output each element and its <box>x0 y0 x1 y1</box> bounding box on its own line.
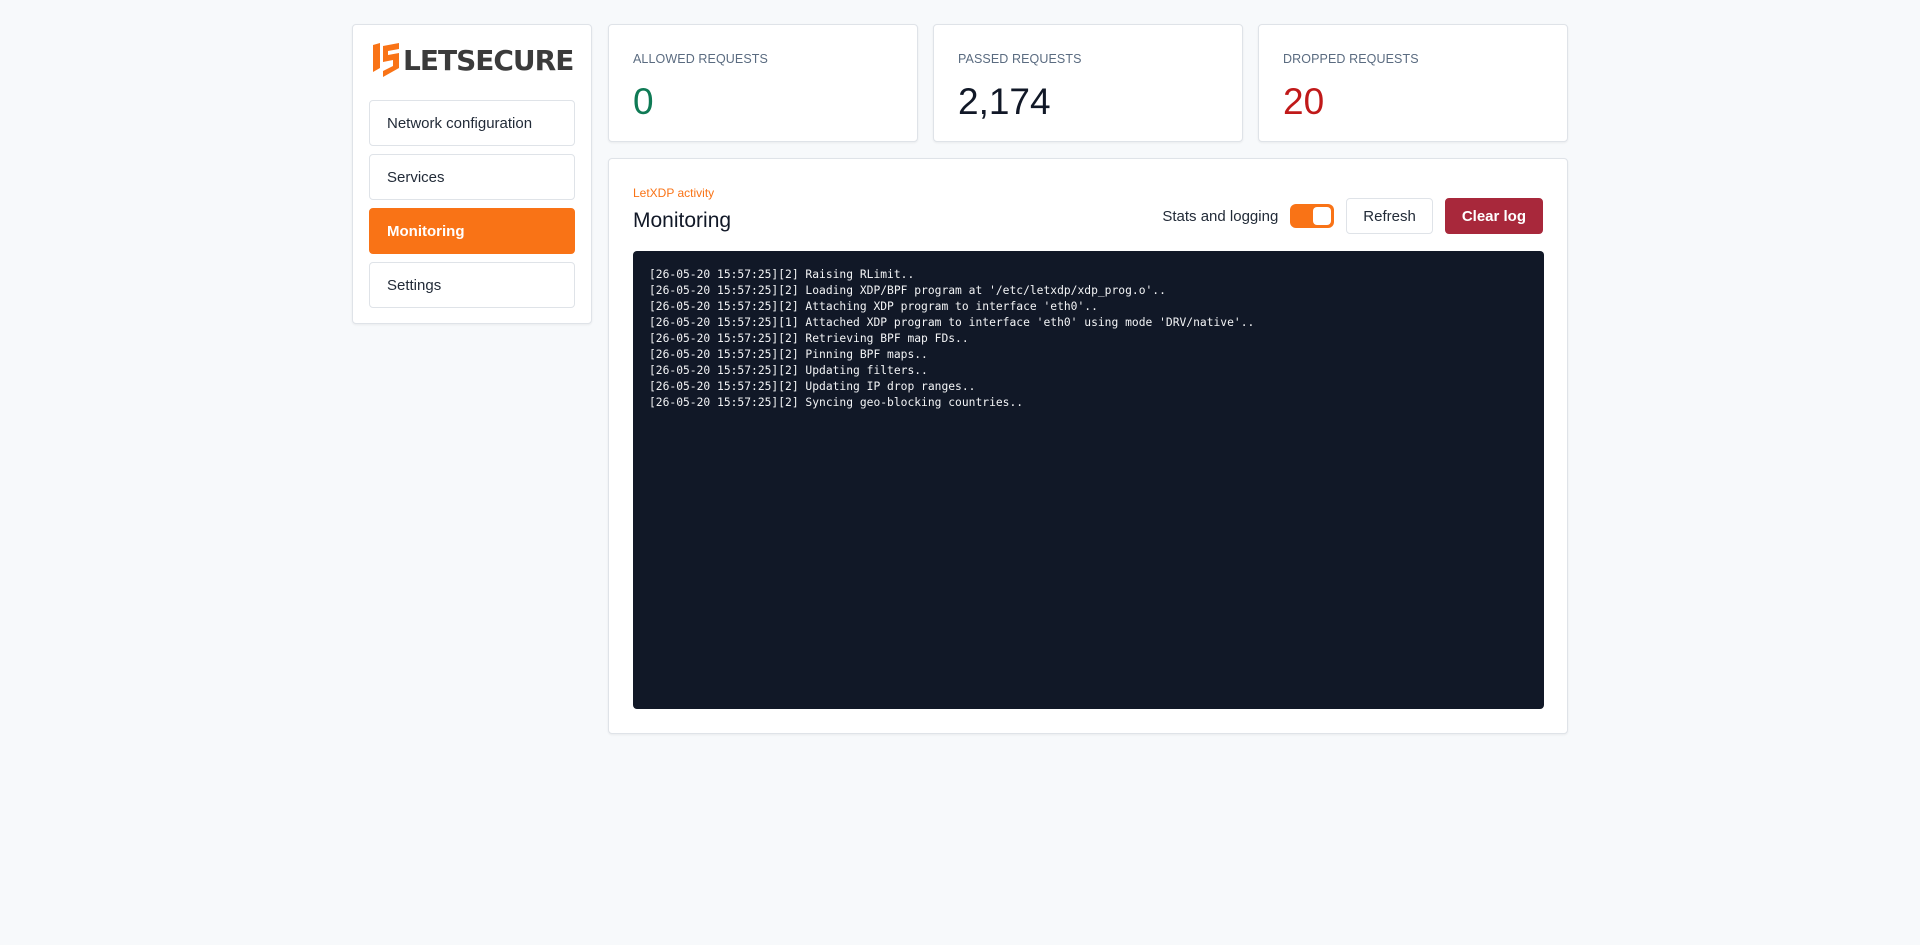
clear-log-button[interactable]: Clear log <box>1444 198 1543 234</box>
page-title: Monitoring <box>633 209 732 232</box>
allowed-requests-card: ALLOWED REQUESTS 0 <box>608 24 918 142</box>
log-console[interactable]: [26-05-20 15:57:25][2] Raising RLimit.. … <box>633 251 1544 709</box>
log-line: [26-05-20 15:57:25][2] Pinning BPF maps.… <box>649 348 928 361</box>
log-line: [26-05-20 15:57:25][2] Updating filters.… <box>649 364 928 377</box>
letsecure-logo[interactable]: LETSECURE <box>371 41 574 79</box>
passed-requests-value: 2,174 <box>958 81 1051 122</box>
stats-logging-label: Stats and logging <box>1162 207 1279 225</box>
sidebar-item-label: Settings <box>387 276 442 294</box>
allowed-requests-value: 0 <box>633 81 654 122</box>
panel-eyebrow: LetXDP activity <box>633 186 715 200</box>
sidebar-item-label: Network configuration <box>387 114 533 132</box>
sidebar-item-settings[interactable]: Settings <box>369 262 575 308</box>
monitoring-panel: LetXDP activity Monitoring Stats and log… <box>608 158 1568 734</box>
sidebar-item-label: Services <box>387 168 445 186</box>
passed-requests-card: PASSED REQUESTS 2,174 <box>933 24 1243 142</box>
log-line: [26-05-20 15:57:25][1] Attached XDP prog… <box>649 316 1255 329</box>
allowed-requests-label: ALLOWED REQUESTS <box>633 52 768 66</box>
sidebar-item-services[interactable]: Services <box>369 154 575 200</box>
dropped-requests-value: 20 <box>1283 81 1325 122</box>
brand-name: LETSECURE <box>403 43 574 77</box>
stats-logging-toggle[interactable] <box>1290 204 1335 228</box>
sidebar-item-network-configuration[interactable]: Network configuration <box>369 100 575 146</box>
log-line: [26-05-20 15:57:25][2] Retrieving BPF ma… <box>649 332 969 345</box>
refresh-button[interactable]: Refresh <box>1346 198 1433 234</box>
shield-logo-icon <box>371 42 401 78</box>
log-line: [26-05-20 15:57:25][2] Loading XDP/BPF p… <box>649 284 1166 297</box>
dropped-requests-label: DROPPED REQUESTS <box>1283 52 1419 66</box>
dropped-requests-card: DROPPED REQUESTS 20 <box>1258 24 1568 142</box>
sidebar-item-monitoring[interactable]: Monitoring <box>369 208 575 254</box>
log-line: [26-05-20 15:57:25][2] Updating IP drop … <box>649 380 976 393</box>
log-line: [26-05-20 15:57:25][2] Syncing geo-block… <box>649 396 1024 409</box>
toggle-knob <box>1313 207 1332 225</box>
sidebar-item-label: Monitoring <box>387 222 465 240</box>
sidebar: LETSECURE Network configuration Services… <box>352 24 592 324</box>
panel-controls: Stats and logging Refresh Clear log <box>1162 198 1543 234</box>
passed-requests-label: PASSED REQUESTS <box>958 52 1082 66</box>
log-line: [26-05-20 15:57:25][2] Raising RLimit.. <box>649 268 915 281</box>
log-line: [26-05-20 15:57:25][2] Attaching XDP pro… <box>649 300 1098 313</box>
